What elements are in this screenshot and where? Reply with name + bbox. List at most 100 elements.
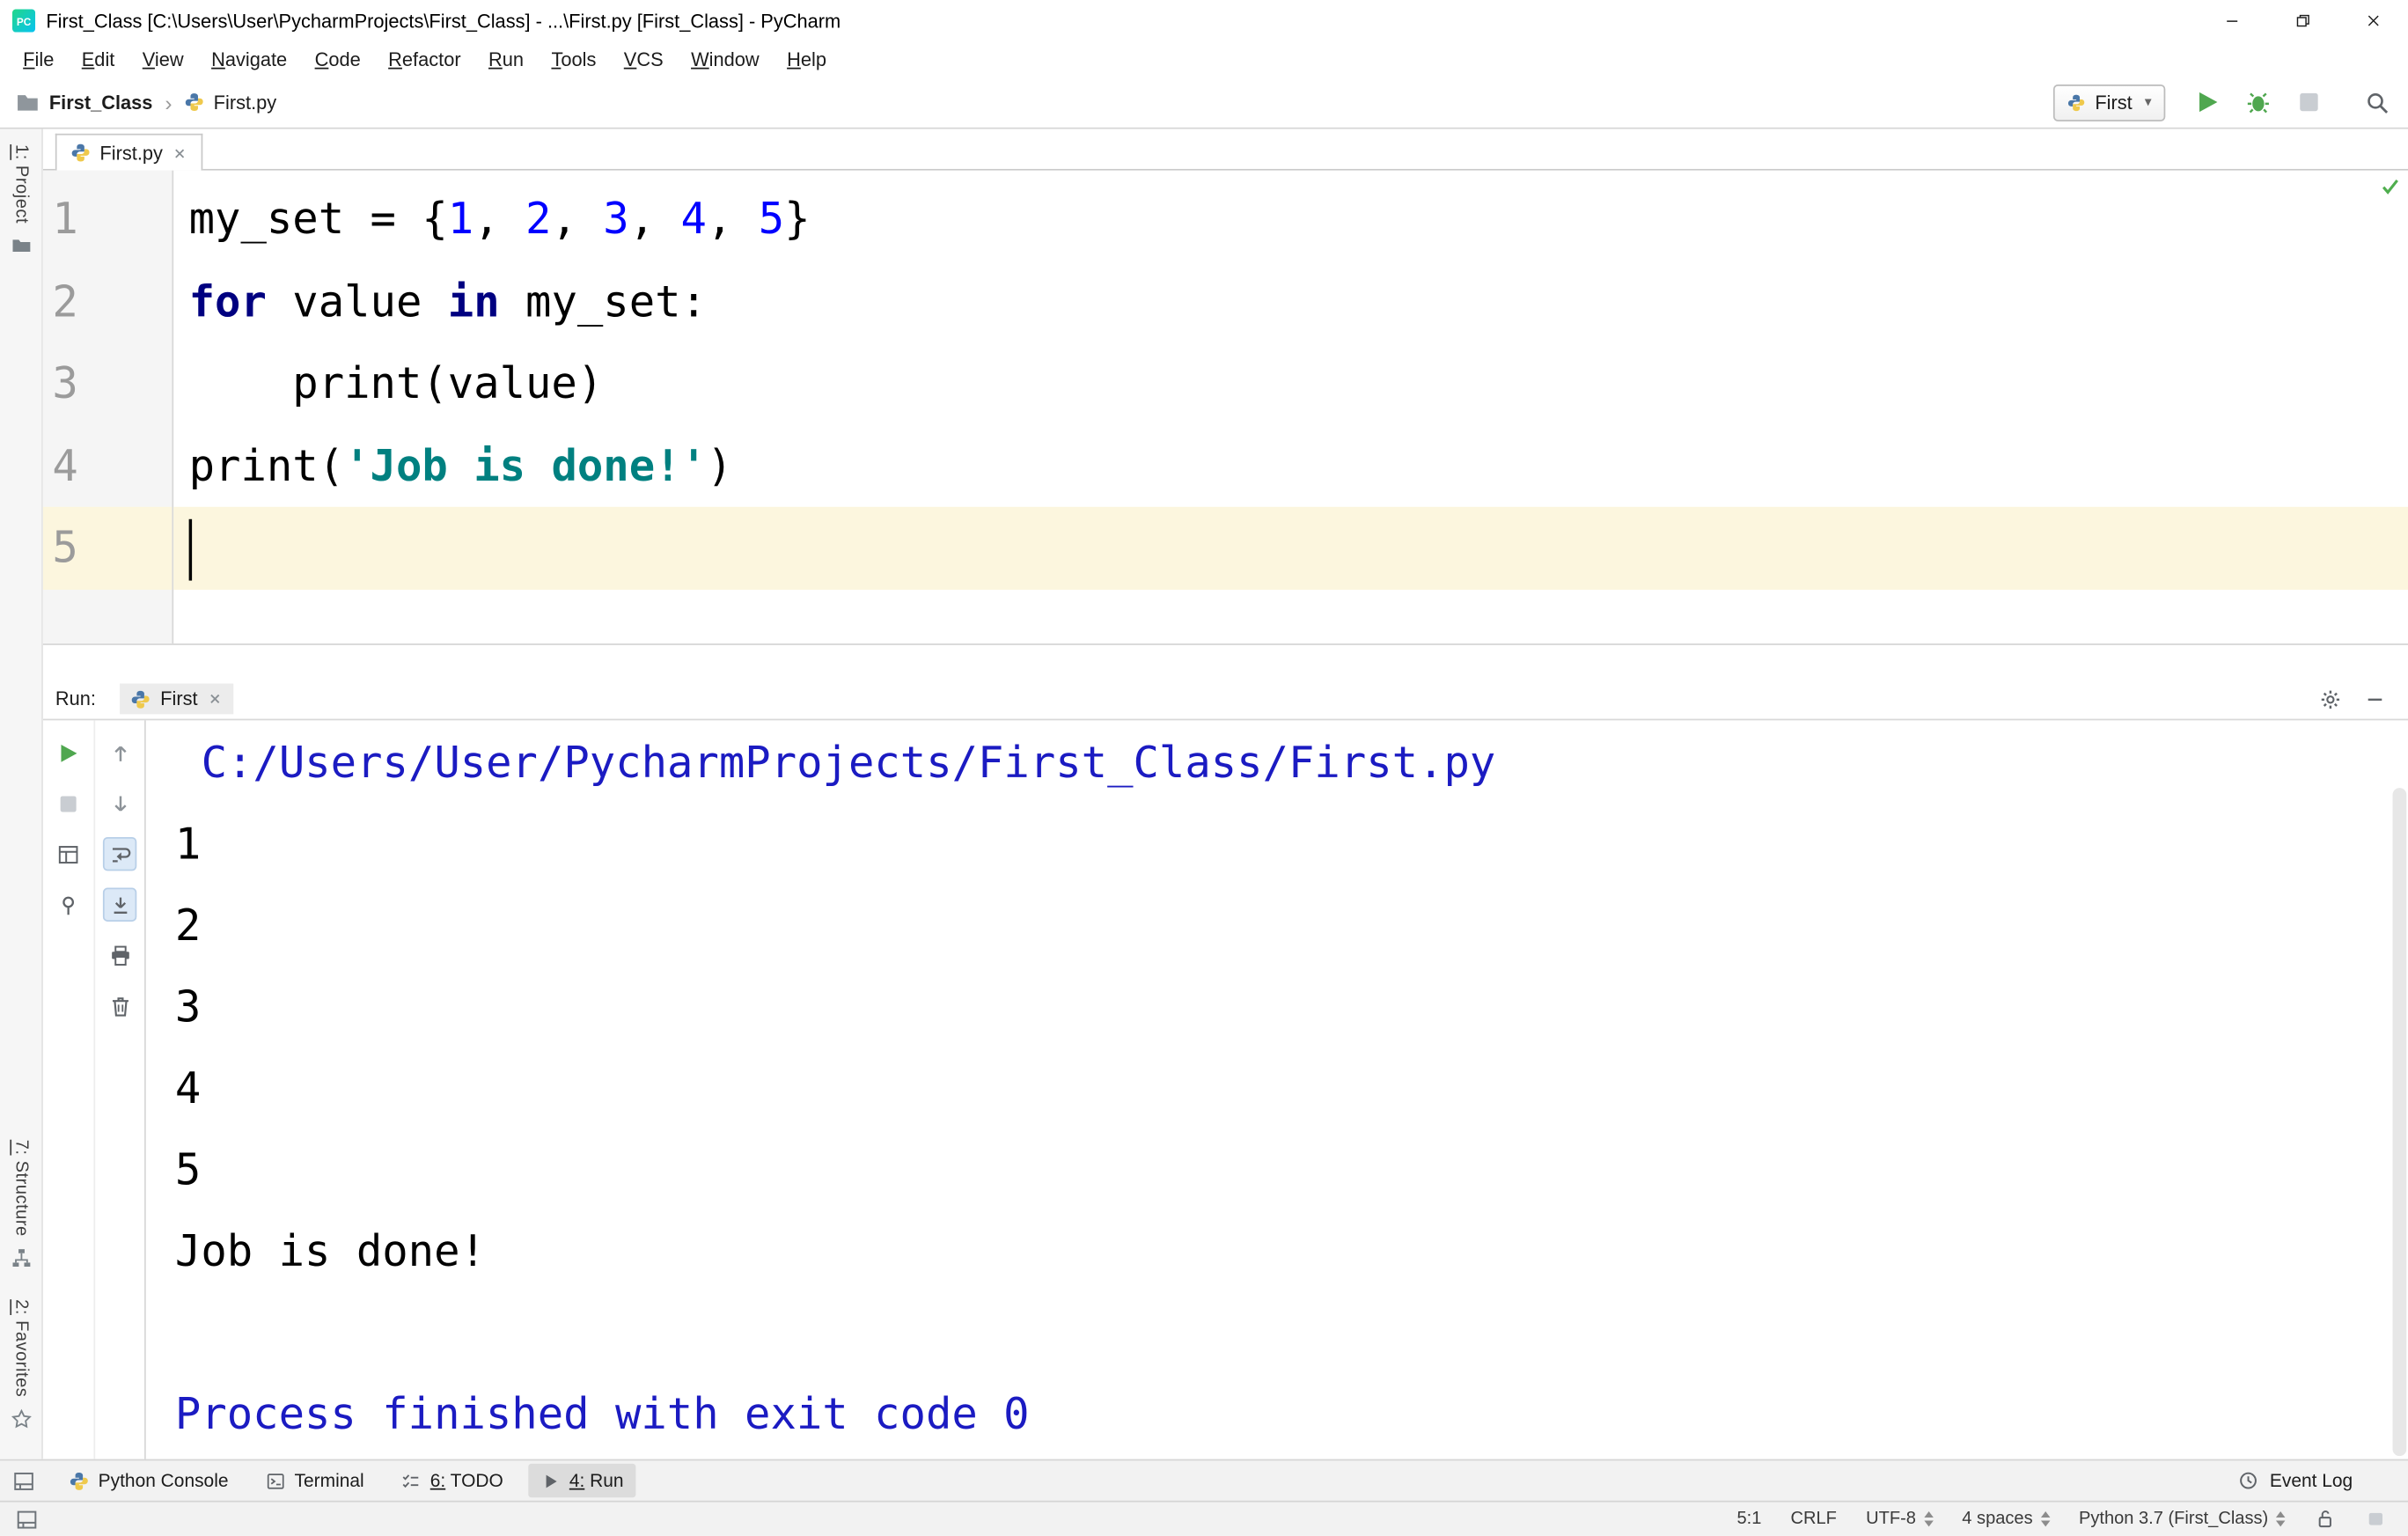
editor-tab-title: First.py [99,142,163,164]
pin-button[interactable] [51,888,84,922]
inspection-ok-icon [2381,177,2401,197]
menu-code[interactable]: Code [301,45,375,72]
structure-icon [10,1247,31,1268]
console-line: 1 [174,819,202,870]
stripe-button-label: 7: Structure [11,1139,31,1237]
restore-layout-icon [57,842,80,865]
debug-button[interactable] [2243,87,2273,118]
toolwindow-tab-python-console[interactable]: Python Console [57,1464,241,1497]
toolwindow-tab-label: 4: Run [569,1469,624,1492]
main-area: 1: Project 7: Structure 2: Favorites First… [0,129,2408,1459]
bug-icon [2244,89,2271,115]
menu-edit[interactable]: Edit [68,45,128,72]
run-console[interactable]: C:/Users/User/PycharmProjects/First_Clas… [146,720,2408,1459]
code-token: value [266,276,448,327]
tool-window-switcher-icon[interactable] [12,1469,35,1492]
scroll-end-button[interactable] [102,887,137,922]
code-line[interactable]: for value in my_set: [173,261,2408,342]
code-area[interactable]: my_set = {1, 2, 3, 4, 5} for value in my_… [173,171,2408,643]
code-line[interactable]: print(value) [173,342,2408,424]
console-controls-column [93,720,144,1459]
code-line[interactable] [173,506,2408,590]
editor-run-splitter[interactable] [42,644,2408,680]
code-line[interactable]: print('Job is done!') [173,424,2408,506]
event-log-button[interactable]: Event Log [2237,1470,2353,1491]
run-tab-first[interactable]: First [120,683,233,715]
minimize-button[interactable] [2196,0,2266,41]
menu-vcs[interactable]: VCS [610,45,677,72]
toolwindow-tab-4-run[interactable]: 4: Run [527,1463,636,1498]
menu-window[interactable]: Window [677,45,773,72]
pycharm-window: PC First_Class [C:\Users\User\PycharmPro… [0,0,2408,1536]
console-line: C:/Users/User/PycharmProjects/First_Clas… [201,737,1496,789]
menu-tools[interactable]: Tools [538,45,610,72]
close-button[interactable] [2338,0,2408,41]
menu-view[interactable]: View [128,45,197,72]
status-widgets: 5:1 CRLF UTF-8 4 spaces Python 3.7 (Firs… [1736,1508,2386,1529]
console-scrollbar[interactable] [2392,788,2407,1457]
menu-refactor[interactable]: Refactor [374,45,474,72]
code-token: 4 [680,193,707,245]
stop-icon [2295,89,2322,115]
stop-icon [57,791,80,814]
editor-tab-first-py[interactable]: First.py [55,133,203,171]
terminal-icon [265,1471,285,1491]
code-token: 5 [758,193,785,245]
run-icon [2194,89,2221,115]
interpreter-widget[interactable]: Python 3.7 (First_Class) [2079,1510,2286,1528]
stripe-button-1-project[interactable]: 1: Project [0,144,41,256]
toolwindow-tab-terminal[interactable]: Terminal [253,1464,376,1497]
clear-icon [108,995,131,1018]
breadcrumb-file[interactable]: First.py [214,92,277,113]
editor-gutter: 1 2 3 4 5 [42,170,174,644]
clear-button[interactable] [103,989,136,1023]
search-icon [2365,90,2390,114]
menu-run[interactable]: Run [474,45,537,72]
close-tab-icon[interactable] [207,691,222,706]
project-folder-icon [10,234,31,255]
search-everywhere-button[interactable] [2362,87,2393,118]
spinner-icon [2040,1510,2050,1527]
status-toolwindow-icon[interactable] [15,1508,38,1531]
soft-wrap-button[interactable] [102,836,137,871]
run-config-select[interactable]: First ▾ [2053,84,2166,121]
toolwindow-tab-label: 6: TODO [429,1469,503,1492]
breadcrumb-project[interactable]: First_Class [49,92,153,113]
rerun-button[interactable] [51,736,84,769]
code-token: in [447,276,500,327]
code-line[interactable]: my_set = {1, 2, 3, 4, 5} [173,178,2408,260]
menu-navigate[interactable]: Navigate [197,45,301,72]
print-button[interactable] [103,938,136,972]
code-token: print( [188,439,345,491]
menubar: File Edit View Navigate Code Refactor Run Tools… [0,41,2408,77]
hide-panel-icon[interactable] [2365,689,2385,709]
restore-layout-button[interactable] [51,837,84,871]
window-title: First_Class [C:\Users\User\PycharmProjec… [46,10,841,32]
scroll-end-icon [108,893,131,916]
indent-widget[interactable]: 4 spaces [1962,1510,2050,1528]
stripe-button-7-structure[interactable]: 7: Structure [0,1140,41,1269]
svg-text:PC: PC [17,17,32,28]
run-button[interactable] [2191,87,2222,118]
close-icon [2364,12,2381,29]
run-panel-body: C:/Users/User/PycharmProjects/First_Clas… [42,718,2408,1459]
toolwindow-tab-6-todo[interactable]: 6: TODO [389,1464,516,1497]
lock-icon[interactable] [2315,1508,2336,1529]
spinner-icon [1923,1510,1934,1527]
stripe-button-2-favorites[interactable]: 2: Favorites [0,1299,41,1429]
menu-help[interactable]: Help [773,45,840,72]
line-ending-widget[interactable]: CRLF [1791,1510,1837,1528]
stripe-button-label: 2: Favorites [11,1299,31,1398]
restore-button[interactable] [2266,0,2337,41]
encoding-widget[interactable]: UTF-8 [1866,1510,1934,1528]
gear-icon[interactable] [2319,687,2342,710]
close-tab-icon[interactable] [172,145,187,160]
code-token: } [784,193,811,245]
tool-window-stripe: 1: Project 7: Structure 2: Favorites [0,129,43,1459]
restore-icon [2294,12,2310,29]
menu-file[interactable]: File [9,45,68,72]
caret-position-widget[interactable]: 5:1 [1736,1510,1761,1528]
code-editor[interactable]: 12345 my_set = {1, 2, 3, 4, 5} for value … [42,170,2408,645]
console-line: Job is done! [174,1225,486,1277]
run-tool-window: Run: First C:/Users/User/PycharmProjects… [42,679,2408,1459]
